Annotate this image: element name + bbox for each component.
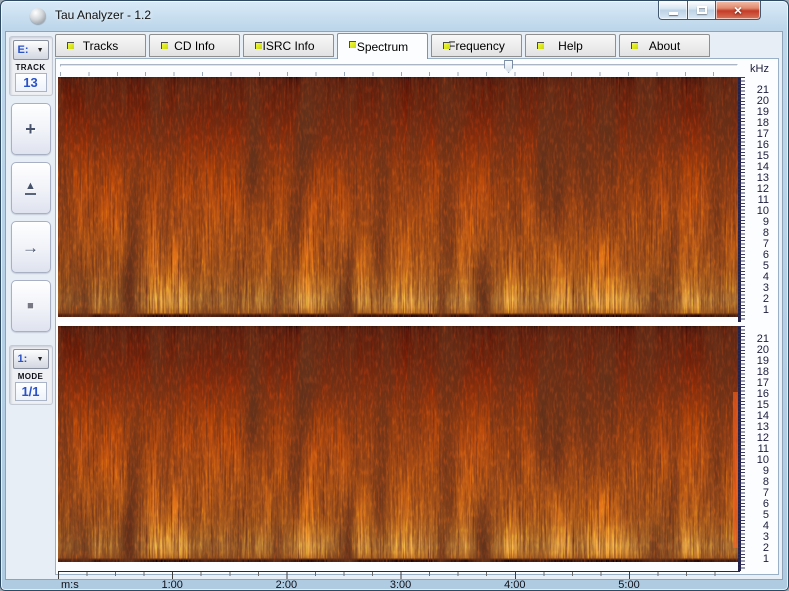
tab-label: About	[649, 39, 680, 53]
freq-labels: 212019181716151413121110987654321	[745, 77, 778, 322]
stop-button[interactable]: ■	[11, 280, 51, 332]
time-axis: m:s 1:00 2:00 3:00 4:00 5:00	[58, 571, 740, 591]
spectrogram-channel-2	[58, 326, 738, 562]
app-window: Tau Analyzer - 1.2 × E: ▼ TRACK 13	[0, 0, 789, 591]
plus-button[interactable]: +	[11, 103, 51, 155]
close-button[interactable]: ×	[716, 1, 761, 20]
zoom-slider	[58, 59, 740, 77]
spectrogram-texture	[58, 326, 738, 562]
slider-track[interactable]	[60, 64, 738, 67]
next-arrow-icon: →	[22, 239, 39, 256]
tab-indicator-icon	[67, 42, 74, 49]
tab-cd-info[interactable]: CD Info	[149, 34, 240, 57]
drive-track-panel: E: ▼ TRACK 13	[9, 36, 53, 96]
freq-axis-unit: kHz	[750, 63, 769, 75]
titlebar[interactable]: Tau Analyzer - 1.2 ×	[1, 1, 788, 31]
freq-labels: 212019181716151413121110987654321	[745, 326, 778, 571]
track-label: TRACK	[16, 63, 46, 72]
tab-frequency[interactable]: Frequency	[431, 34, 522, 57]
freq-tick-marks	[738, 326, 745, 571]
slider-tick-marks	[60, 72, 738, 76]
window-controls: ×	[658, 1, 761, 20]
freq-axis-channel-2: 212019181716151413121110987654321	[738, 326, 778, 571]
spectrum-panel: kHz 212019181716151413121110	[55, 58, 779, 575]
mode-selector[interactable]: 1: ▼	[13, 349, 49, 369]
tab-label: Spectrum	[357, 40, 408, 54]
drive-selector[interactable]: E: ▼	[13, 40, 49, 60]
tab-label: ISRC Info	[262, 39, 314, 53]
time-tick-label: 2:00	[276, 579, 297, 591]
spectrogram-end-strip	[733, 392, 738, 548]
spectrogram-row-right-channel: 212019181716151413121110987654321	[58, 326, 778, 571]
tab-spectrum[interactable]: Spectrum	[337, 33, 428, 59]
app-icon	[30, 8, 46, 24]
spectrogram-row-left-channel: 212019181716151413121110987654321	[58, 77, 778, 322]
eject-icon: ▲	[25, 181, 36, 195]
tab-isrc-info[interactable]: ISRC Info	[243, 34, 334, 57]
time-tick-label: 1:00	[161, 579, 182, 591]
main-area: Tracks CD Info ISRC Info Spectrum Freque…	[55, 32, 782, 579]
stop-icon: ■	[27, 301, 34, 312]
minimize-button[interactable]	[658, 1, 687, 20]
next-button[interactable]: →	[11, 221, 51, 273]
eject-button[interactable]: ▲	[11, 162, 51, 214]
tab-label: Help	[558, 39, 583, 53]
spectrogram-channel-1	[58, 77, 738, 317]
maximize-button[interactable]	[687, 1, 716, 20]
mode-selector-value: 1:	[18, 353, 28, 365]
tab-indicator-icon	[161, 42, 168, 49]
spectrogram-texture	[58, 77, 738, 317]
chevron-down-icon: ▼	[37, 47, 44, 54]
client-area: E: ▼ TRACK 13 + ▲ → ■ 1: ▼	[5, 31, 783, 580]
time-tick-label: 5:00	[618, 579, 639, 591]
chevron-down-icon: ▼	[37, 356, 44, 363]
mode-label: MODE	[18, 372, 44, 381]
tab-label: CD Info	[174, 39, 215, 53]
time-tick-label: 4:00	[504, 579, 525, 591]
tab-tracks[interactable]: Tracks	[55, 34, 146, 57]
tab-indicator-icon	[631, 42, 638, 49]
freq-axis-channel-1: 212019181716151413121110987654321	[738, 77, 778, 322]
plus-icon: +	[25, 120, 36, 138]
freq-tick-label: 1	[745, 305, 769, 316]
tab-help[interactable]: Help	[525, 34, 616, 57]
tab-indicator-icon	[255, 42, 262, 49]
tab-indicator-icon	[349, 41, 356, 48]
maximize-icon	[697, 6, 707, 14]
minimize-icon	[669, 12, 678, 15]
time-tick-label: 3:00	[390, 579, 411, 591]
tab-indicator-icon	[537, 42, 544, 49]
freq-tick-marks	[738, 77, 745, 322]
window-title: Tau Analyzer - 1.2	[55, 8, 151, 22]
sidebar: E: ▼ TRACK 13 + ▲ → ■ 1: ▼	[6, 32, 55, 579]
tab-bar: Tracks CD Info ISRC Info Spectrum Freque…	[55, 34, 710, 59]
time-axis-unit: m:s	[61, 579, 79, 591]
tab-label: Frequency	[448, 39, 505, 53]
tab-label: Tracks	[83, 39, 119, 53]
tab-indicator-icon	[443, 42, 450, 49]
mode-value: 1/1	[15, 382, 47, 401]
mode-panel: 1: ▼ MODE 1/1	[9, 345, 53, 405]
track-value: 13	[15, 73, 47, 92]
close-icon: ×	[734, 3, 742, 17]
tab-about[interactable]: About	[619, 34, 710, 57]
drive-selector-value: E:	[18, 44, 29, 56]
freq-tick-label: 1	[745, 554, 769, 565]
